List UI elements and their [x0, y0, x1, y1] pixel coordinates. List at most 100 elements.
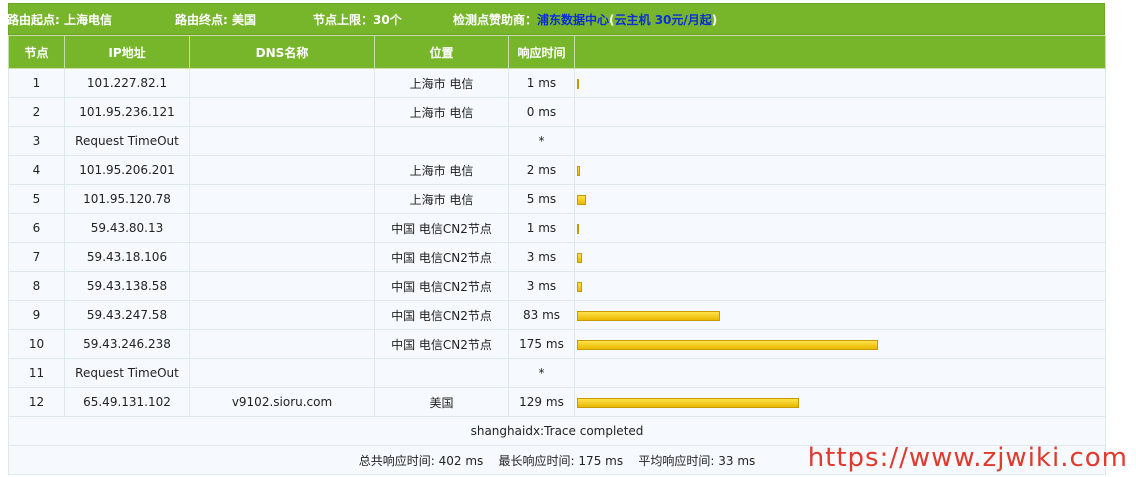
- ip-cell: 101.95.236.121: [64, 97, 190, 127]
- ip-cell: 59.43.80.13: [64, 213, 190, 243]
- table-row: 11 Request TimeOut *: [8, 358, 1106, 388]
- table-row: 2 101.95.236.121 上海市 电信 0 ms: [8, 97, 1106, 127]
- bar-cell: [574, 358, 1106, 388]
- location-cell: 中国 电信CN2节点: [374, 271, 509, 301]
- location-cell: 美国: [374, 387, 509, 417]
- col-ip: IP地址: [64, 35, 190, 69]
- node-cell: 12: [8, 387, 65, 417]
- location-cell: 中国 电信CN2节点: [374, 300, 509, 330]
- bar-cell: [574, 242, 1106, 272]
- location-cell: 上海市 电信: [374, 97, 509, 127]
- max-time-label: 最长响应时间:: [498, 453, 575, 468]
- max-time-value: 175 ms: [578, 453, 624, 468]
- location-cell: 上海市 电信: [374, 155, 509, 185]
- node-cell: 11: [8, 358, 65, 388]
- ip-cell: 59.43.18.106: [64, 242, 190, 272]
- bar-cell: [574, 126, 1106, 156]
- dns-cell: [189, 213, 375, 243]
- table-row: 1 101.227.82.1 上海市 电信 1 ms: [8, 68, 1106, 98]
- response-bar: [577, 194, 586, 205]
- ip-cell: 101.227.82.1: [64, 68, 190, 98]
- sponsor-product-link[interactable]: 云主机 30元/月起: [615, 13, 712, 27]
- avg-time-label: 平均响应时间:: [638, 453, 715, 468]
- response-bar: [577, 339, 878, 350]
- node-cell: 3: [8, 126, 65, 156]
- location-cell: [374, 358, 509, 388]
- dns-cell: [189, 184, 375, 214]
- col-bar: [574, 35, 1106, 69]
- response-bar: [577, 252, 582, 263]
- location-cell: 上海市 电信: [374, 68, 509, 98]
- time-cell: 1 ms: [508, 68, 575, 98]
- col-response-time: 响应时间: [508, 35, 575, 69]
- avg-time-value: 33 ms: [718, 453, 756, 468]
- trace-panel: 路由起点: 上海电信 路由终点: 美国 节点上限：30个 检测点赞助商：浦东数据…: [7, 3, 1106, 475]
- route-info-bar: 路由起点: 上海电信 路由终点: 美国 节点上限：30个 检测点赞助商：浦东数据…: [7, 3, 1105, 35]
- col-node: 节点: [8, 35, 65, 69]
- trace-table: 节点 IP地址 DNS名称 位置 响应时间 1 101.227.82.1 上海市 电…: [8, 35, 1106, 475]
- status-row: shanghaidx:Trace completed: [8, 416, 1106, 446]
- table-row: 6 59.43.80.13 中国 电信CN2节点 1 ms: [8, 213, 1106, 243]
- dns-cell: [189, 329, 375, 359]
- node-cell: 10: [8, 329, 65, 359]
- dns-cell: [189, 68, 375, 98]
- total-time-value: 402 ms: [438, 453, 484, 468]
- bar-cell: [574, 155, 1106, 185]
- dns-cell: [189, 97, 375, 127]
- dns-cell: [189, 242, 375, 272]
- time-cell: 3 ms: [508, 271, 575, 301]
- time-cell: 175 ms: [508, 329, 575, 359]
- table-row: 5 101.95.120.78 上海市 电信 5 ms: [8, 184, 1106, 214]
- dns-cell: v9102.sioru.com: [189, 387, 375, 417]
- time-cell: 2 ms: [508, 155, 575, 185]
- route-start: 路由起点: 上海电信: [7, 12, 112, 27]
- col-dns: DNS名称: [189, 35, 375, 69]
- route-end: 路由终点: 美国: [175, 12, 256, 27]
- sponsor-link[interactable]: 浦东数据中心: [537, 13, 609, 27]
- node-cell: 7: [8, 242, 65, 272]
- ip-cell: 59.43.138.58: [64, 271, 190, 301]
- bar-cell: [574, 184, 1106, 214]
- ip-cell: 59.43.246.238: [64, 329, 190, 359]
- col-location: 位置: [374, 35, 509, 69]
- response-bar: [577, 78, 579, 89]
- table-row: 10 59.43.246.238 中国 电信CN2节点 175 ms: [8, 329, 1106, 359]
- node-cell: 4: [8, 155, 65, 185]
- node-cell: 6: [8, 213, 65, 243]
- node-cell: 5: [8, 184, 65, 214]
- node-limit: 节点上限：30个: [313, 12, 402, 27]
- table-row: 4 101.95.206.201 上海市 电信 2 ms: [8, 155, 1106, 185]
- trace-rows: 1 101.227.82.1 上海市 电信 1 ms 2 101.95.236.121 上海…: [8, 68, 1106, 417]
- time-cell: 129 ms: [508, 387, 575, 417]
- total-time-label: 总共响应时间:: [358, 453, 435, 468]
- dns-cell: [189, 300, 375, 330]
- response-bar: [577, 397, 799, 408]
- dns-cell: [189, 358, 375, 388]
- bar-cell: [574, 271, 1106, 301]
- dns-cell: [189, 155, 375, 185]
- bar-cell: [574, 300, 1106, 330]
- dns-cell: [189, 271, 375, 301]
- table-row: 12 65.49.131.102 v9102.sioru.com 美国 129 ms: [8, 387, 1106, 417]
- ip-cell: Request TimeOut: [64, 358, 190, 388]
- node-cell: 2: [8, 97, 65, 127]
- time-cell: 5 ms: [508, 184, 575, 214]
- sponsor-paren-close: ): [711, 12, 718, 27]
- trace-status: shanghaidx:Trace completed: [8, 416, 1106, 446]
- node-cell: 1: [8, 68, 65, 98]
- location-cell: 中国 电信CN2节点: [374, 329, 509, 359]
- time-cell: *: [508, 126, 575, 156]
- table-row: 8 59.43.138.58 中国 电信CN2节点 3 ms: [8, 271, 1106, 301]
- location-cell: 中国 电信CN2节点: [374, 213, 509, 243]
- node-cell: 8: [8, 271, 65, 301]
- table-row: 7 59.43.18.106 中国 电信CN2节点 3 ms: [8, 242, 1106, 272]
- sponsor-label: 检测点赞助商：: [453, 12, 538, 27]
- response-bar: [577, 223, 579, 234]
- ip-cell: 59.43.247.58: [64, 300, 190, 330]
- sponsor-info: 检测点赞助商：浦东数据中心(云主机 30元/月起): [453, 11, 717, 28]
- time-cell: 3 ms: [508, 242, 575, 272]
- response-bar: [577, 310, 720, 321]
- time-cell: 83 ms: [508, 300, 575, 330]
- bar-cell: [574, 68, 1106, 98]
- table-row: 3 Request TimeOut *: [8, 126, 1106, 156]
